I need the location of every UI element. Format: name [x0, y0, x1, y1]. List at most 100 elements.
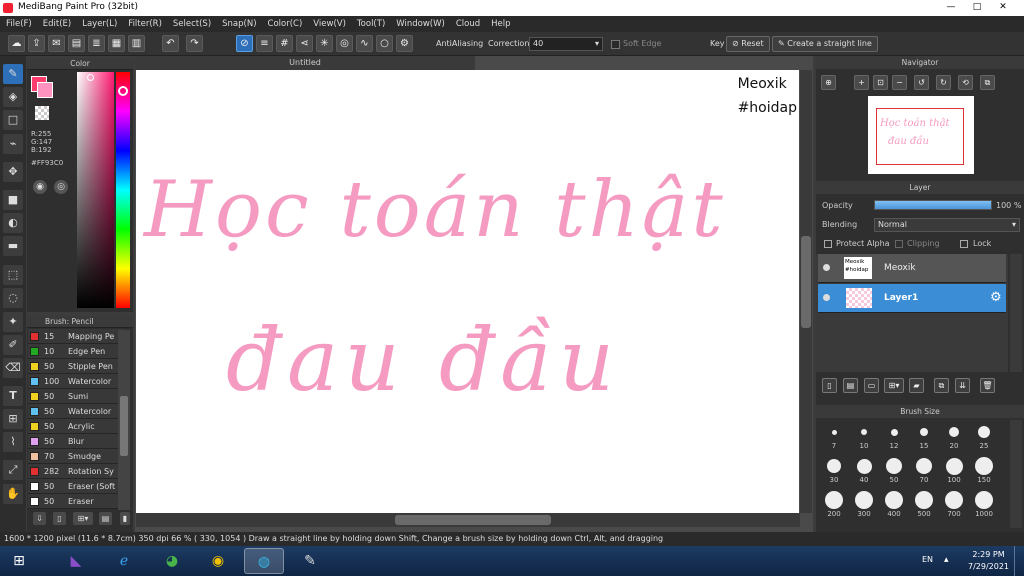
brush-size-option[interactable]: 1000 — [972, 490, 996, 524]
radial-snap-icon[interactable]: ✳ — [316, 35, 333, 52]
start-button-icon[interactable]: ⊞ — [2, 548, 36, 574]
gear-icon[interactable]: ⚙ — [990, 290, 1002, 305]
brush-new-icon[interactable]: ▯ — [53, 512, 66, 525]
vertical-scroll-thumb[interactable] — [801, 236, 811, 328]
menu-tool[interactable]: Tool(T) — [357, 19, 385, 29]
brush-size-option[interactable]: 12 — [882, 422, 906, 456]
navigator-viewport-box[interactable]: Học toán thật đau đầu — [876, 108, 964, 165]
brush-size-option[interactable]: 400 — [882, 490, 906, 524]
opacity-slider[interactable] — [874, 200, 992, 210]
reset-rotation-icon[interactable]: ⟲ — [958, 75, 973, 90]
merge-down-icon[interactable]: ⇊ — [955, 378, 970, 393]
zoom-fit-icon[interactable]: ⊕ — [821, 75, 836, 90]
brush-list-item[interactable]: 50 Sumi — [28, 389, 126, 404]
brush-settings-icon[interactable]: ▤ — [99, 512, 112, 525]
magic-wand-tool-icon[interactable]: ✦ — [3, 312, 23, 332]
canvas-tab[interactable]: Untitled — [135, 56, 475, 70]
zoom-tool-icon[interactable]: ⤢ — [3, 460, 23, 480]
soft-edge-checkbox[interactable] — [611, 40, 620, 49]
circle-snap-icon[interactable]: ◎ — [336, 35, 353, 52]
paint-icon[interactable]: ✎ — [290, 548, 330, 574]
coccoc-icon[interactable]: ◕ — [152, 548, 192, 574]
eyedropper-tool-icon[interactable]: ⌇ — [3, 432, 23, 452]
medibang-icon[interactable]: ◍ — [244, 548, 284, 574]
divide-tool-icon[interactable]: ⊞ — [3, 409, 23, 429]
brush-size-option[interactable]: 40 — [852, 456, 876, 490]
gradient-tool-icon[interactable]: ▬ — [3, 236, 23, 256]
menu-cloud[interactable]: Cloud — [456, 19, 480, 29]
navigator-preview[interactable]: Học toán thật đau đầu — [868, 96, 974, 174]
brush-size-option[interactable]: 70 — [912, 456, 936, 490]
brush-list-item[interactable]: 70 Smudge — [28, 449, 126, 464]
zoom-in-icon[interactable]: + — [854, 75, 869, 90]
parallel-snap-icon[interactable]: ≡ — [256, 35, 273, 52]
duplicate-layer-icon[interactable]: ⧉ — [934, 378, 949, 393]
brush-list-item[interactable]: 50 Blur — [28, 434, 126, 449]
canvas-vertical-scrollbar[interactable] — [800, 70, 812, 513]
brush-list-item[interactable]: 50 Acrylic — [28, 419, 126, 434]
brush-tool-icon[interactable]: ✎ — [3, 64, 23, 84]
text-tool-icon[interactable]: T — [3, 386, 23, 406]
brush-list-item[interactable]: 10 Edge Pen — [28, 344, 126, 359]
cloud-icon[interactable]: ☁ — [8, 35, 25, 52]
zoom-actual-icon[interactable]: ⊡ — [873, 75, 888, 90]
new-halftone-layer-icon[interactable]: ▤ — [843, 378, 858, 393]
brush-size-option[interactable]: 7 — [822, 422, 846, 456]
brush-list-item[interactable]: 50 Eraser (Soft — [28, 479, 126, 494]
brush-list-item[interactable]: 100 Watercolor — [28, 374, 126, 389]
eraser-tool-icon[interactable]: ◈ — [3, 87, 23, 107]
close-button[interactable]: ✕ — [992, 0, 1014, 14]
menu-color[interactable]: Color(C) — [268, 19, 303, 29]
comment-icon[interactable]: ✉ — [48, 35, 65, 52]
add-layer-menu-icon[interactable]: ⊞▾ — [884, 378, 904, 393]
minimize-button[interactable]: — — [940, 0, 962, 14]
new-layer-icon[interactable]: ▯ — [822, 378, 837, 393]
flip-icon[interactable]: ⧉ — [980, 75, 995, 90]
brush-add-icon[interactable]: ⊞▾ — [73, 512, 93, 525]
rotate-left-icon[interactable]: ↺ — [914, 75, 929, 90]
menu-view[interactable]: View(V) — [313, 19, 346, 29]
brush-size-option[interactable]: 100 — [942, 456, 966, 490]
select-eraser-tool-icon[interactable]: ⌫ — [3, 358, 23, 378]
document-icon[interactable]: ≣ — [88, 35, 105, 52]
curve-snap-icon[interactable]: ∿ — [356, 35, 373, 52]
brush-size-option[interactable]: 200 — [822, 490, 846, 524]
brush-list-item[interactable]: 282 Rotation Sy — [28, 464, 126, 479]
brush-size-option[interactable]: 150 — [972, 456, 996, 490]
brush-size-option[interactable]: 10 — [852, 422, 876, 456]
redo-icon[interactable]: ↷ — [186, 35, 203, 52]
language-indicator[interactable]: EN — [922, 555, 933, 564]
shape-tool-icon[interactable]: ■ — [3, 190, 23, 210]
lasso-tool-icon[interactable]: ◌ — [3, 288, 23, 308]
fill-tool-icon[interactable]: ◐ — [3, 213, 23, 233]
folder-icon[interactable]: ▰ — [909, 378, 924, 393]
drawing-canvas[interactable]: Meoxik #hoidap Học toán thật đau đầu — [136, 70, 799, 513]
palette-add-icon[interactable]: ◎ — [54, 180, 68, 194]
brush-list-item[interactable]: 50 Watercolor — [28, 404, 126, 419]
brush-size-option[interactable]: 300 — [852, 490, 876, 524]
cross-snap-icon[interactable]: # — [276, 35, 293, 52]
hand-tool-icon[interactable]: ✋ — [3, 484, 23, 504]
layer-row-layer1[interactable]: Layer1 ⚙ — [818, 284, 1006, 313]
lock-checkbox[interactable] — [960, 240, 968, 248]
clock[interactable]: 2:29 PM 7/29/2021 — [968, 549, 1009, 573]
tray-arrow-icon[interactable]: ▴ — [944, 555, 949, 565]
brush-list-scrollbar[interactable] — [118, 330, 130, 510]
rotate-right-icon[interactable]: ↻ — [936, 75, 951, 90]
vanishing-snap-icon[interactable]: ⋖ — [296, 35, 313, 52]
move-tool-icon[interactable]: ✥ — [3, 162, 23, 182]
brush-size-option[interactable]: 15 — [912, 422, 936, 456]
brush-size-option[interactable]: 20 — [942, 422, 966, 456]
hue-slider[interactable] — [116, 72, 130, 308]
menu-help[interactable]: Help — [491, 19, 510, 29]
menu-filter[interactable]: Filter(R) — [128, 19, 162, 29]
dot-tool-icon[interactable]: □ — [3, 110, 23, 130]
reset-button[interactable]: ⊘ Reset — [726, 36, 770, 52]
brush-list-item[interactable]: 15 Mapping Pe — [28, 329, 126, 344]
internet-explorer-icon[interactable]: ℯ — [104, 548, 144, 574]
menu-edit[interactable]: Edit(E) — [43, 19, 71, 29]
brush-size-option[interactable]: 500 — [912, 490, 936, 524]
select-tool-icon[interactable]: ⬚ — [3, 265, 23, 285]
brush-size-option[interactable]: 30 — [822, 456, 846, 490]
material-icon[interactable]: ▦ — [108, 35, 125, 52]
